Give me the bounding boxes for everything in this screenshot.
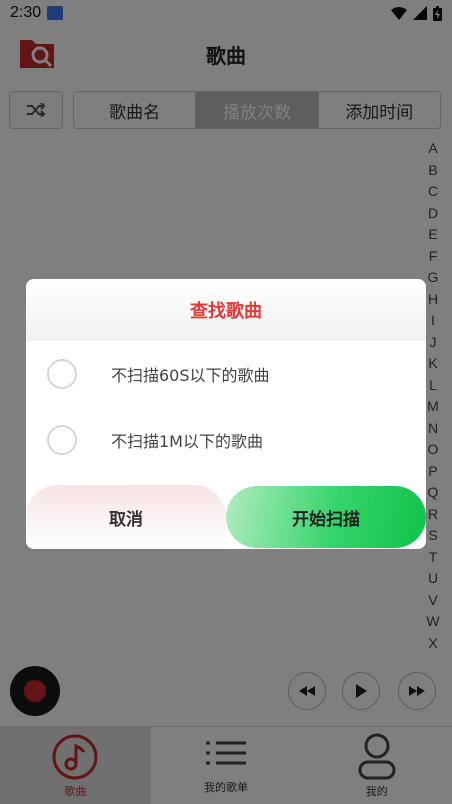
scan-dialog: 查找歌曲 不扫描60S以下的歌曲 不扫描1M以下的歌曲 取消 开始扫描 <box>26 279 426 549</box>
option-skip-small[interactable]: 不扫描1M以下的歌曲 <box>26 407 426 473</box>
start-scan-button[interactable]: 开始扫描 <box>226 486 426 548</box>
option-skip-short[interactable]: 不扫描60S以下的歌曲 <box>26 341 426 407</box>
option-label: 不扫描1M以下的歌曲 <box>111 432 263 451</box>
option-label: 不扫描60S以下的歌曲 <box>111 366 270 385</box>
dialog-buttons: 取消 开始扫描 <box>26 485 426 549</box>
dialog-title: 查找歌曲 <box>190 301 262 322</box>
radio-button[interactable] <box>47 359 77 389</box>
radio-button[interactable] <box>47 425 77 455</box>
dialog-header: 查找歌曲 <box>26 279 426 341</box>
cancel-button[interactable]: 取消 <box>26 485 226 549</box>
